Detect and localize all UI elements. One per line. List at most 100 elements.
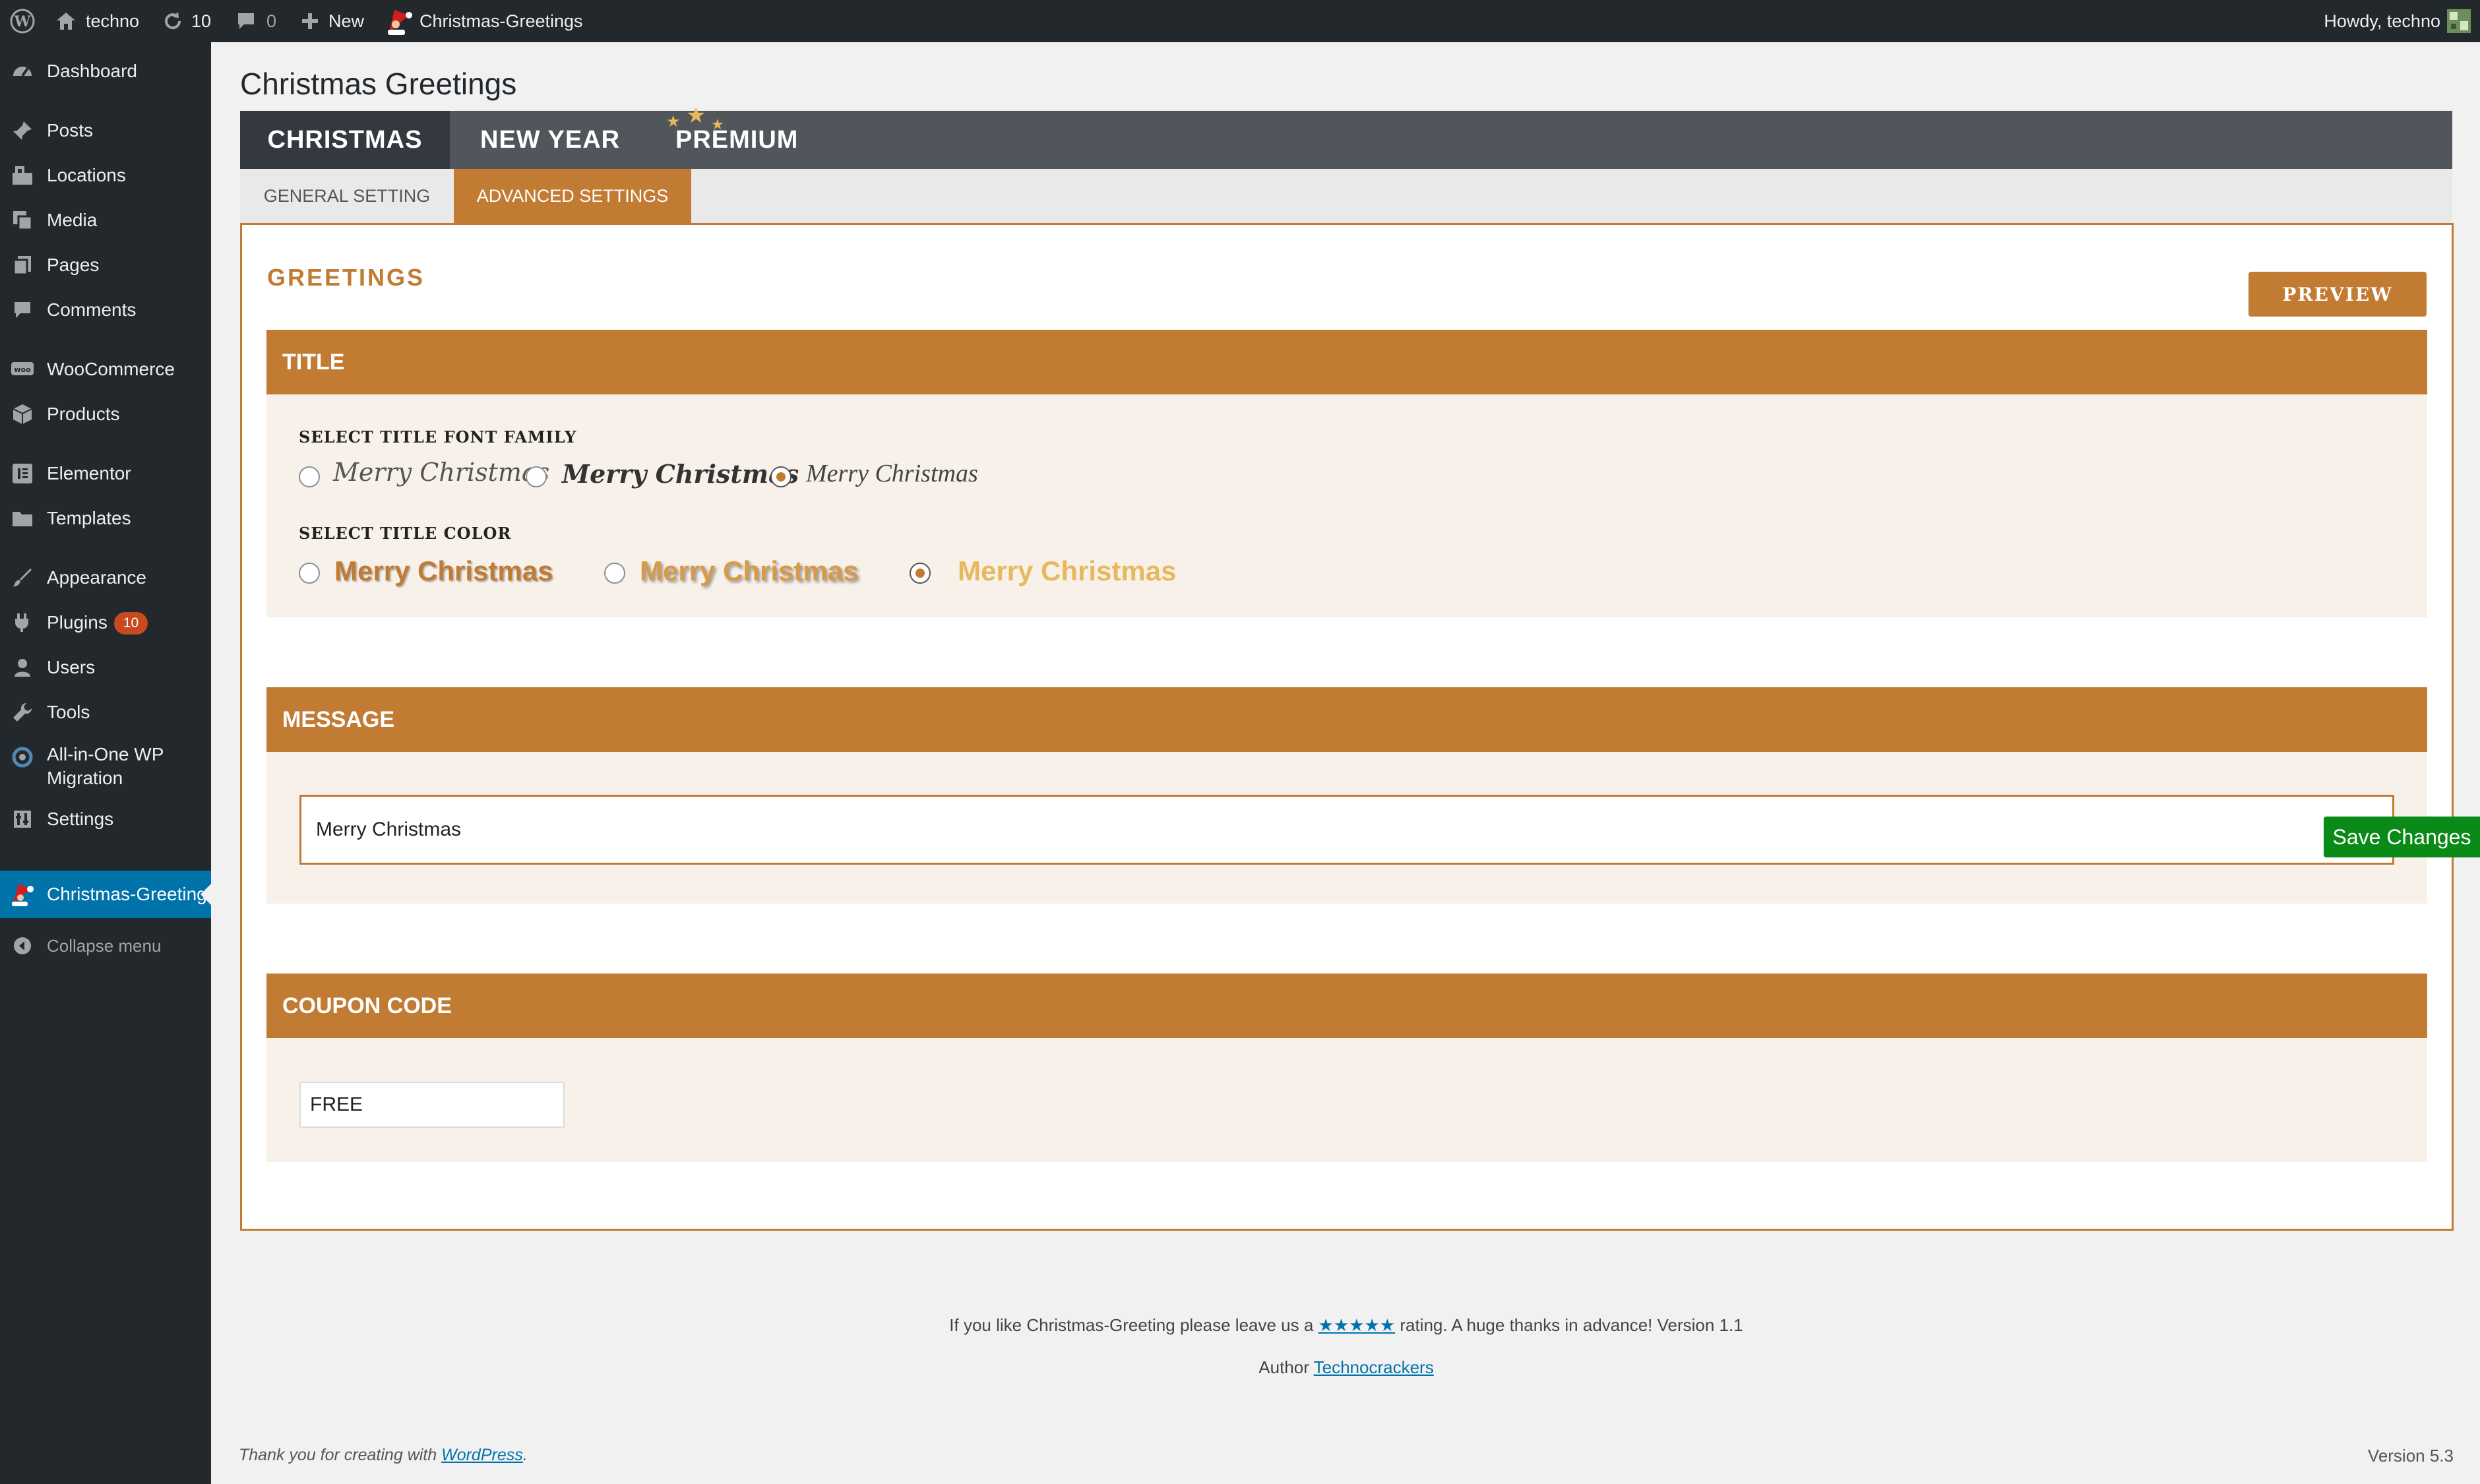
- plugin-admin-link[interactable]: Christmas-Greetings: [385, 0, 583, 42]
- sidebar-item-users[interactable]: Users: [0, 649, 211, 686]
- main-tabs: CHRISTMAS NEW YEAR ★ ★ ★ PREMIUM: [240, 102, 2452, 169]
- dashboard-icon: [11, 59, 34, 83]
- comments-icon: [11, 298, 34, 322]
- sidebar-item-comments[interactable]: Comments: [0, 292, 211, 328]
- admin-sidebar: Dashboard Posts Locations Media Pages Co…: [0, 42, 211, 1484]
- santa-icon: [385, 6, 413, 36]
- sidebar-item-tools[interactable]: Tools: [0, 694, 211, 731]
- sidebar-item-posts[interactable]: Posts: [0, 112, 211, 149]
- sidebar-item-settings[interactable]: Settings: [0, 801, 211, 838]
- site-name: techno: [86, 11, 140, 31]
- sidebar-item-all-in-one-migration[interactable]: All-in-One WP Migration: [0, 739, 211, 793]
- sidebar-item-woocommerce[interactable]: woo WooCommerce: [0, 351, 211, 388]
- updates-link[interactable]: 10: [162, 0, 211, 42]
- font-option-1-radio[interactable]: [299, 466, 320, 487]
- svg-text:woo: woo: [14, 365, 31, 374]
- color-option-1-label[interactable]: Merry Christmas: [334, 555, 553, 587]
- settings-icon: [11, 807, 34, 831]
- current-menu-arrow: [201, 884, 211, 905]
- avatar[interactable]: [2447, 0, 2471, 42]
- migration-label-line1: All-in-One WP: [47, 744, 164, 764]
- save-changes-button[interactable]: Save Changes: [2324, 817, 2480, 857]
- tab-christmas[interactable]: CHRISTMAS: [240, 111, 450, 169]
- rating-line: If you like Christmas-Greeting please le…: [240, 1315, 2452, 1336]
- color-option-1-radio[interactable]: [299, 563, 320, 584]
- brush-icon: [11, 566, 34, 590]
- sidebar-item-media[interactable]: Media: [0, 202, 211, 239]
- tab-general-setting[interactable]: GENERAL SETTING: [240, 169, 454, 223]
- comments-count: 0: [266, 11, 277, 31]
- thanks-text: Thank you for creating with: [239, 1446, 437, 1464]
- author-line: Author Technocrackers: [240, 1357, 2452, 1378]
- sidebar-item-christmas-greeting[interactable]: Christmas-Greeting: [0, 871, 211, 918]
- thanks-period: .: [522, 1446, 528, 1464]
- elementor-icon: [11, 462, 34, 485]
- plugins-update-badge: 10: [113, 612, 148, 635]
- comments-link[interactable]: 0: [236, 0, 276, 42]
- sidebar-item-products[interactable]: Products: [0, 396, 211, 433]
- premium-stars-icon: ★ ★ ★: [660, 102, 739, 135]
- preview-button[interactable]: PREVIEW: [2248, 272, 2427, 317]
- plugins-label: Plugins: [47, 611, 108, 633]
- font-option-3-radio[interactable]: [770, 466, 791, 487]
- site-name-link[interactable]: techno: [55, 0, 139, 42]
- title-section-header: TITLE: [266, 330, 2427, 394]
- howdy-text: Howdy, techno: [2324, 11, 2440, 31]
- wp-version: Version 5.3: [2367, 1446, 2454, 1466]
- coupon-section-body: [266, 1038, 2427, 1162]
- pin-icon: [11, 119, 34, 142]
- sidebar-item-plugins[interactable]: Plugins 10: [0, 604, 211, 641]
- tab-premium[interactable]: ★ ★ ★ PREMIUM: [666, 102, 798, 169]
- home-icon: [55, 11, 77, 31]
- refresh-icon: [162, 11, 183, 32]
- font-option-3-label[interactable]: Merry Christmas: [806, 459, 978, 488]
- comment-bubble-icon: [236, 11, 256, 31]
- wordpress-logo-icon[interactable]: W: [9, 0, 36, 42]
- plugin-icon: [11, 611, 34, 634]
- greetings-heading: GREETINGS: [267, 264, 425, 291]
- santa-icon: [11, 882, 34, 906]
- color-option-2-radio[interactable]: [604, 563, 625, 584]
- wrench-icon: [11, 700, 34, 724]
- svg-text:W: W: [14, 13, 31, 30]
- tab-advanced-settings[interactable]: ADVANCED SETTINGS: [454, 169, 691, 223]
- author-link[interactable]: Technocrackers: [1314, 1357, 1434, 1377]
- svg-text:★: ★: [686, 108, 706, 129]
- collapse-menu-button[interactable]: Collapse menu: [0, 927, 211, 964]
- footer-thanks: Thank you for creating with WordPress.: [239, 1446, 528, 1465]
- sidebar-item-elementor[interactable]: Elementor: [0, 455, 211, 492]
- tab-new-year[interactable]: NEW YEAR: [480, 111, 620, 169]
- products-icon: [11, 402, 34, 426]
- title-font-label: SELECT TITLE FONT FAMILY: [299, 427, 577, 447]
- sidebar-item-pages[interactable]: Pages: [0, 247, 211, 284]
- wordpress-link[interactable]: WordPress: [441, 1446, 523, 1464]
- svg-text:★: ★: [711, 117, 725, 133]
- sidebar-item-templates[interactable]: Templates: [0, 500, 211, 537]
- font-option-2-radio[interactable]: [526, 466, 547, 487]
- color-option-3-radio[interactable]: [910, 563, 931, 584]
- color-option-2-label[interactable]: Merry Christmas: [640, 555, 858, 587]
- sidebar-item-dashboard[interactable]: Dashboard: [0, 53, 211, 90]
- sidebar-item-locations[interactable]: Locations: [0, 157, 211, 194]
- admin-bar: W techno 10 0 New Christmas-Greetings Ho…: [0, 0, 2480, 42]
- font-option-1-label[interactable]: Merry Christmas: [333, 458, 549, 487]
- font-option-2-label[interactable]: Merry Christmas: [562, 459, 799, 489]
- updates-count: 10: [191, 11, 212, 31]
- message-section-header: MESSAGE: [266, 687, 2427, 752]
- woocommerce-icon: woo: [11, 357, 34, 381]
- rating-suffix: rating. A huge thanks in advance! Versio…: [1400, 1315, 1743, 1335]
- media-icon: [11, 208, 34, 232]
- sidebar-item-appearance[interactable]: Appearance: [0, 559, 211, 596]
- rating-stars-link[interactable]: ★★★★★: [1318, 1315, 1396, 1335]
- collapse-icon: [11, 934, 34, 958]
- message-input[interactable]: Merry Christmas: [299, 795, 2394, 865]
- title-section-body: [266, 394, 2427, 617]
- account-link[interactable]: Howdy, techno: [2324, 0, 2440, 42]
- new-content-link[interactable]: New: [301, 0, 364, 42]
- author-prefix: Author: [1258, 1357, 1309, 1377]
- rating-prefix: If you like Christmas-Greeting please le…: [949, 1315, 1314, 1335]
- location-icon: [11, 164, 34, 187]
- coupon-code-input[interactable]: FREE: [299, 1082, 565, 1128]
- color-option-3-label[interactable]: Merry Christmas: [958, 555, 1176, 587]
- user-icon: [11, 656, 34, 679]
